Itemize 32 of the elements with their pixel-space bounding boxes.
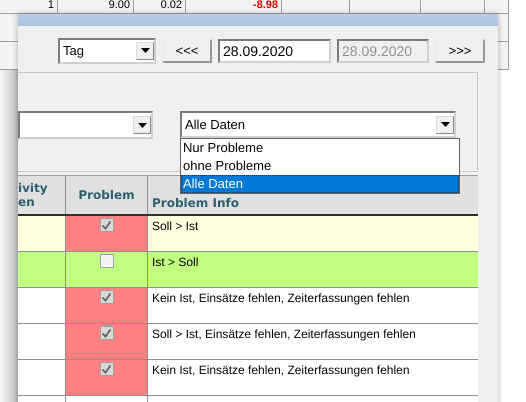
grid-row[interactable]: Ist > Soll [18,252,478,288]
table-cell: Kein Ist, Einsätze fehlen, Zeiterfassungen fehlen [152,363,410,377]
problem-checkbox[interactable] [100,362,114,376]
table-cell: 0.02 [134,0,186,13]
dropdown-arrow-icon [140,48,150,53]
table-cell: Kein Ist, Einsätze fehlen, Zeiterfassungen fehlen [152,291,410,305]
table-cell: Ist > Soll [152,255,198,269]
period-select[interactable]: Tag [58,38,156,64]
grid-row[interactable]: Soll > Ist, Einsätze fehlen, Zeiterfassungen fehlen [18,324,478,360]
date-from-field[interactable]: 28.09.2020 [218,38,331,62]
dropdown-option[interactable]: ohne Probleme [181,157,459,175]
dropdown-arrow-icon [138,122,146,128]
column-header[interactable]: ivity en [18,176,66,214]
table-cell: Soll > Ist, Einsätze fehlen, Zeiterfassungen fehlen [152,327,416,341]
previous-button[interactable]: <<< [162,38,212,62]
next-button[interactable]: >>> [435,38,485,62]
problem-checkbox[interactable] [100,254,114,268]
dropdown-arrow-icon [440,122,450,127]
filter-select[interactable] [18,111,153,139]
column-header[interactable]: Problem [66,176,148,214]
table-cell: -8.98 [186,0,282,13]
problem-checkbox[interactable] [100,290,114,304]
problem-checkbox[interactable] [100,218,114,232]
table-cell: 9.00 [58,0,134,13]
grid-row[interactable]: Kein Ist, Einsätze fehlen, Zeiterfassungen fehlen [18,288,478,324]
table-cell: Soll > Ist [152,219,198,233]
dropdown-option[interactable]: Nur Probleme [181,139,459,157]
problem-checkbox[interactable] [100,326,114,340]
grid-row[interactable]: Kein Ist, Einsätze fehlen, Zeiterfassungen fehlen [18,360,478,396]
dropdown-option[interactable]: Alle Daten [181,175,459,193]
grid-row[interactable]: Soll > Ist [18,216,478,252]
table-cell: 1 [0,0,58,13]
